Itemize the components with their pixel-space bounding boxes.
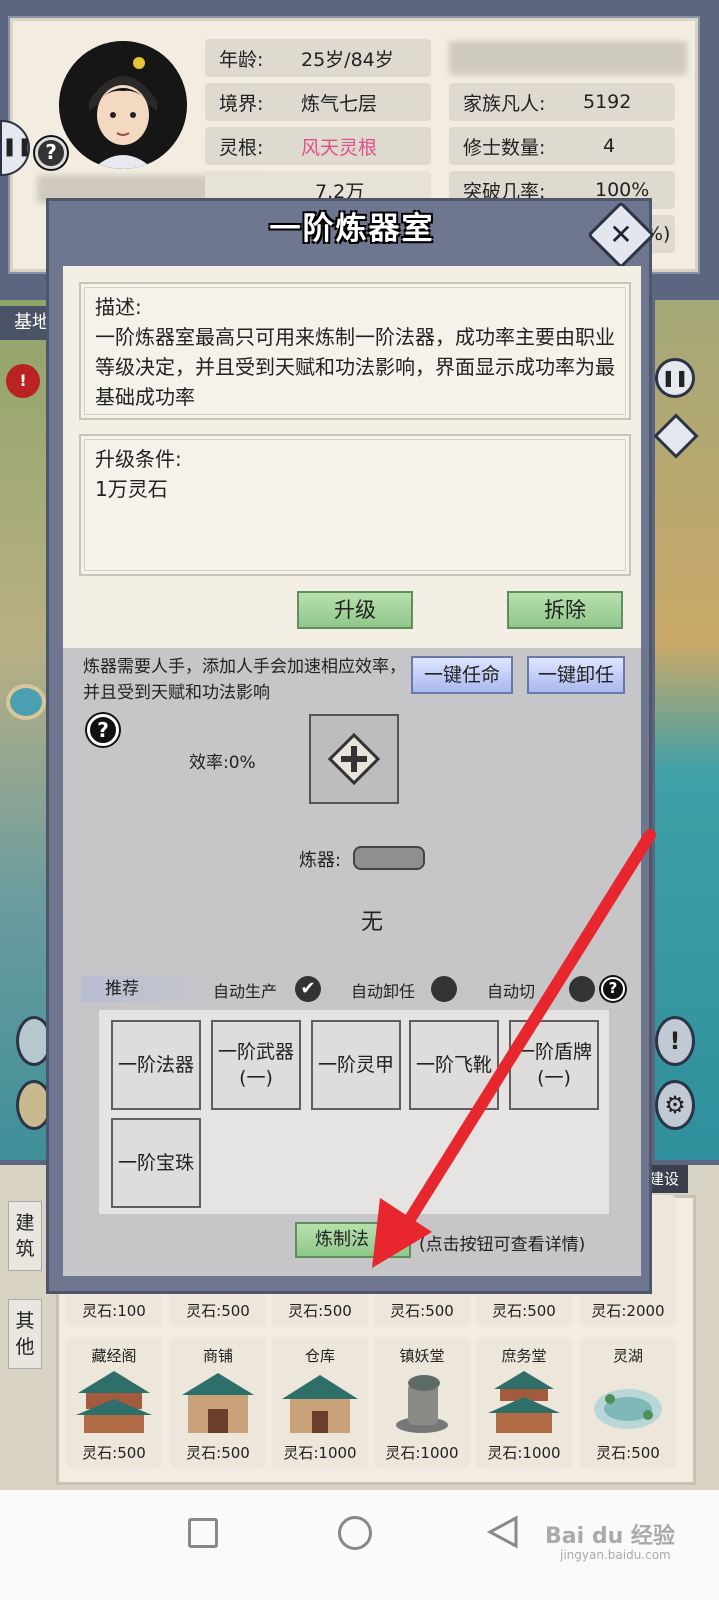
watermark-sub: jingyan.baidu.com <box>560 1548 671 1562</box>
back-icon[interactable] <box>486 1514 520 1550</box>
system-navbar: Bai du 经验 jingyan.baidu.com <box>0 1490 719 1600</box>
recent-apps-icon[interactable] <box>188 1518 218 1548</box>
watermark: Bai du 经验 <box>545 1524 675 1549</box>
annotation-arrow <box>372 829 656 1268</box>
home-icon[interactable] <box>338 1516 372 1550</box>
